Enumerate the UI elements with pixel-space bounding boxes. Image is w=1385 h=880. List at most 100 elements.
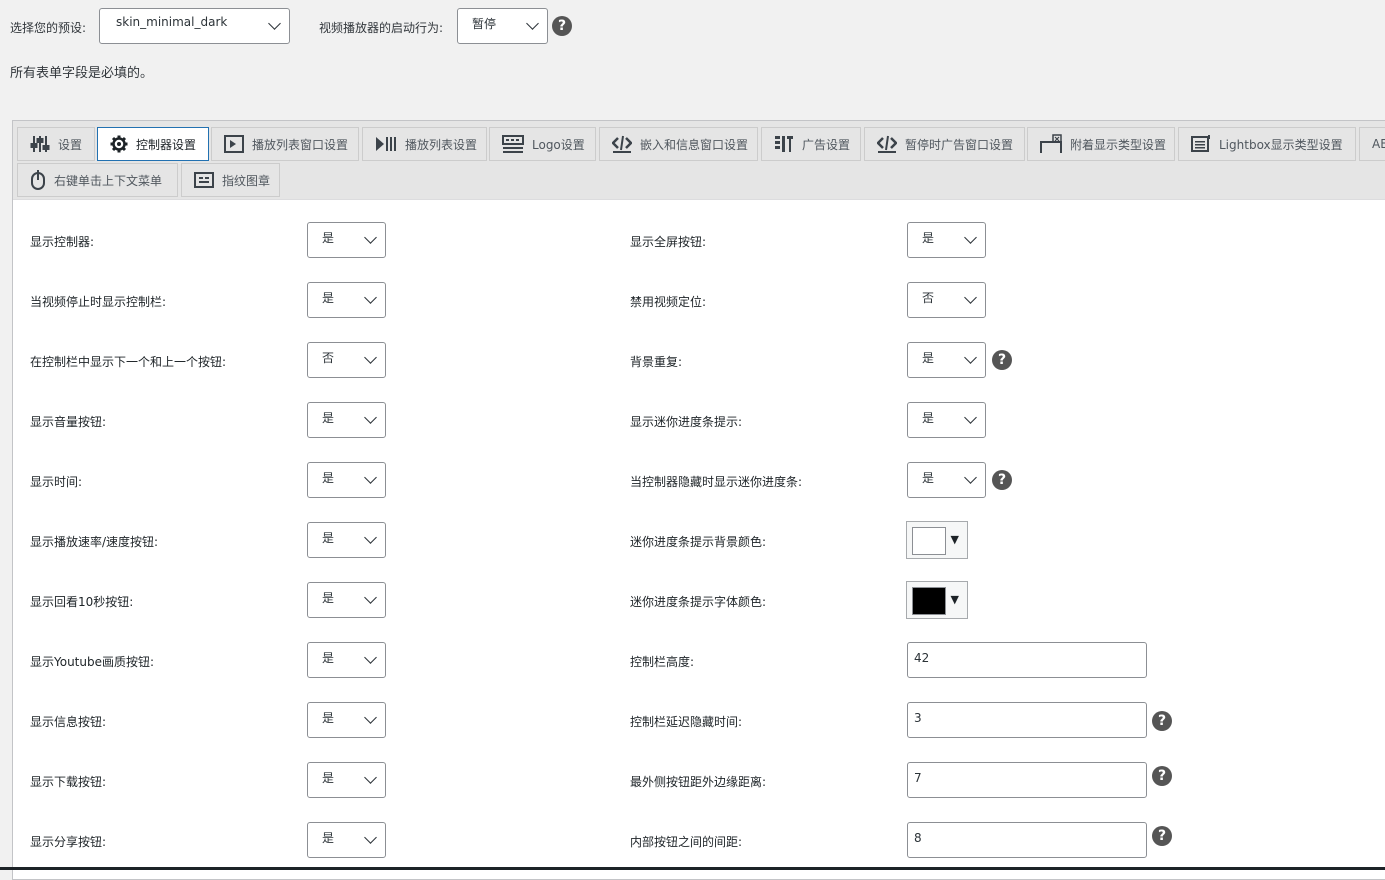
- tab-label: 控制器设置: [136, 137, 197, 152]
- tab-label: AB: [1372, 137, 1385, 151]
- show-share-select[interactable]: 是: [307, 822, 386, 858]
- select-value: 是: [322, 411, 335, 425]
- show-next-prev-select[interactable]: 否: [307, 342, 386, 378]
- disable-seek-select[interactable]: 否: [907, 282, 986, 318]
- preset-select-value: skin_minimal_dark: [116, 15, 228, 29]
- inner-button-spacing-input[interactable]: 8: [907, 822, 1147, 858]
- setting-label-mini-tooltip-bg-color: 迷你进度条提示背景颜色:: [630, 535, 767, 549]
- show-info-select[interactable]: 是: [307, 702, 386, 738]
- chevron-down-icon: [364, 471, 377, 484]
- tab-lightbox-display-settings[interactable]: Lightbox显示类型设置: [1178, 127, 1356, 161]
- help-icon[interactable]: ?: [1152, 826, 1172, 846]
- tab-label: 广告设置: [802, 137, 851, 152]
- setting-label-show-share: 显示分享按钮:: [30, 835, 107, 849]
- startup-behavior-select[interactable]: 暂停: [457, 8, 548, 44]
- setting-label-show-mini-progress-when-hidden: 当控制器隐藏时显示迷你进度条:: [630, 475, 803, 489]
- mini-tooltip-font-color-picker[interactable]: ▼: [906, 581, 968, 619]
- lightbox-icon: [1191, 135, 1210, 152]
- setting-label-inner-button-spacing: 内部按钮之间的间距:: [630, 835, 743, 849]
- select-value: 是: [322, 831, 335, 845]
- show-playback-rate-select[interactable]: 是: [307, 522, 386, 558]
- required-fields-note: 所有表单字段是必填的。: [10, 66, 154, 81]
- chevron-down-icon: [364, 771, 377, 784]
- tab-controller-settings[interactable]: 控制器设置: [97, 127, 209, 161]
- select-value: 是: [322, 711, 335, 725]
- setting-label-show-time: 显示时间:: [30, 475, 83, 489]
- show-mini-progress-when-hidden-select[interactable]: 是: [907, 462, 986, 498]
- select-value: 是: [322, 651, 335, 665]
- outer-button-margin-input[interactable]: 7: [907, 762, 1147, 798]
- sticky-display-icon: [1040, 134, 1062, 153]
- controlbar-height-input[interactable]: 42: [907, 642, 1147, 678]
- tab-playlist-window-settings[interactable]: 播放列表窗口设置: [211, 127, 359, 161]
- show-youtube-quality-select[interactable]: 是: [307, 642, 386, 678]
- mini-tooltip-bg-color-picker[interactable]: ▼: [906, 521, 968, 559]
- tab-fingerprint-stamp[interactable]: 指纹图章: [181, 163, 280, 197]
- tab-label: 播放列表窗口设置: [252, 137, 349, 152]
- preset-select[interactable]: skin_minimal_dark: [99, 8, 290, 44]
- help-icon[interactable]: ?: [552, 16, 572, 36]
- help-icon[interactable]: ?: [992, 350, 1012, 370]
- select-value: 是: [322, 531, 335, 545]
- chevron-down-icon: [364, 711, 377, 724]
- show-controlbar-on-stop-select[interactable]: 是: [307, 282, 386, 318]
- tab-label: 设置: [58, 137, 83, 152]
- select-value: 否: [322, 351, 335, 365]
- tab-label: 指纹图章: [222, 173, 271, 188]
- startup-behavior-label: 视频播放器的启动行为:: [319, 21, 444, 35]
- tab-label: 播放列表设置: [405, 137, 478, 152]
- setting-label-show-controller: 显示控制器:: [30, 235, 95, 249]
- show-volume-select[interactable]: 是: [307, 402, 386, 438]
- select-value: 是: [322, 471, 335, 485]
- chevron-down-icon: [364, 291, 377, 304]
- tab-embed-info-window-settings[interactable]: 嵌入和信息窗口设置: [599, 127, 758, 161]
- show-controller-select[interactable]: 是: [307, 222, 386, 258]
- mouse-icon: [31, 170, 45, 190]
- show-rewind-10s-select[interactable]: 是: [307, 582, 386, 618]
- tab-settings[interactable]: 设置: [17, 127, 95, 161]
- help-icon[interactable]: ?: [1152, 711, 1172, 731]
- select-value: 是: [322, 591, 335, 605]
- setting-label-show-mini-progress-tooltip: 显示迷你进度条提示:: [630, 415, 743, 429]
- tab-ads-settings[interactable]: 广告设置: [761, 127, 861, 161]
- tab-sticky-display-settings[interactable]: 附着显示类型设置: [1027, 127, 1175, 161]
- setting-label-show-rewind-10s: 显示回看10秒按钮:: [30, 595, 134, 609]
- chevron-down-icon: [364, 591, 377, 604]
- tab-ab-partial[interactable]: AB: [1359, 127, 1385, 161]
- chevron-down-icon: [964, 231, 977, 244]
- setting-label-show-next-prev: 在控制栏中显示下一个和上一个按钮:: [30, 355, 227, 369]
- ads-icon: [775, 136, 793, 152]
- tab-logo-settings[interactable]: Logo设置: [489, 127, 596, 161]
- controlbar-hide-delay-input[interactable]: 3: [907, 702, 1147, 738]
- show-download-select[interactable]: 是: [307, 762, 386, 798]
- setting-label-show-playback-rate: 显示播放速率/速度按钮:: [30, 535, 159, 549]
- show-mini-progress-tooltip-select[interactable]: 是: [907, 402, 986, 438]
- preset-label: 选择您的预设:: [10, 21, 87, 35]
- color-swatch: [912, 587, 946, 615]
- background-repeat-select[interactable]: 是: [907, 342, 986, 378]
- startup-behavior-value: 暂停: [472, 17, 497, 31]
- tab-label: 右键单击上下文菜单: [54, 173, 163, 188]
- show-fullscreen-select[interactable]: 是: [907, 222, 986, 258]
- embed-icon: [612, 135, 632, 153]
- color-swatch: [912, 527, 946, 555]
- help-icon[interactable]: ?: [1152, 766, 1172, 786]
- tab-pause-ads-window-settings[interactable]: 暂停时广告窗口设置: [864, 127, 1025, 161]
- setting-label-outer-button-margin: 最外侧按钮距外边缘距离:: [630, 775, 767, 789]
- chevron-down-icon: [964, 411, 977, 424]
- setting-label-background-repeat: 背景重复:: [630, 355, 683, 369]
- chevron-down-icon: [964, 471, 977, 484]
- tab-right-click-context-menu[interactable]: 右键单击上下文菜单: [17, 163, 178, 197]
- tab-label: 嵌入和信息窗口设置: [640, 137, 749, 152]
- tab-label: Lightbox显示类型设置: [1219, 137, 1343, 152]
- setting-label-show-download: 显示下载按钮:: [30, 775, 107, 789]
- logo-icon: [502, 135, 524, 153]
- show-time-select[interactable]: 是: [307, 462, 386, 498]
- help-icon[interactable]: ?: [992, 470, 1012, 490]
- setting-label-disable-seek: 禁用视频定位:: [630, 295, 707, 309]
- tab-playlist-settings[interactable]: 播放列表设置: [362, 127, 487, 161]
- playlist-window-icon: [224, 135, 244, 153]
- select-value: 是: [322, 771, 335, 785]
- gear-icon: [110, 135, 128, 153]
- dropdown-arrow-icon: ▼: [950, 593, 959, 606]
